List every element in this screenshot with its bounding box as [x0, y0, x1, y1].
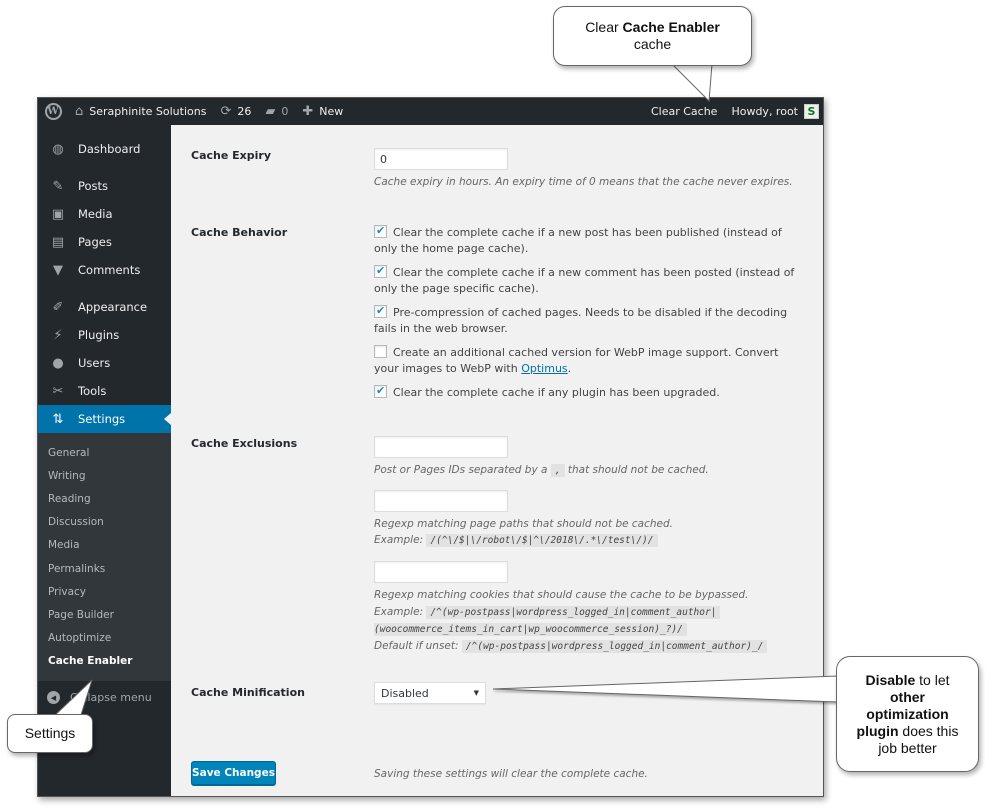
callout-bold: Disable: [865, 671, 916, 688]
callout-text: Disable to let other optimization plugin…: [847, 672, 968, 757]
callout-disable-minification: Disable to let other optimization plugin…: [836, 656, 979, 772]
callout-text: Settings: [24, 725, 76, 741]
callout-clear-cache: Clear Cache Enabler cache: [553, 6, 752, 66]
callout-text: Clear Cache Enabler cache: [585, 19, 720, 53]
callout-text-part: Clear: [585, 19, 623, 35]
callout-settings: Settings: [7, 714, 93, 753]
callout-text-part: to let: [915, 671, 950, 688]
left-callout-pointer: [50, 679, 93, 719]
callout-text-part: cache: [633, 36, 672, 52]
callout-bold: Cache Enabler: [622, 19, 720, 35]
top-callout-pointer: [670, 63, 713, 103]
right-callout-pointer: [492, 675, 839, 703]
